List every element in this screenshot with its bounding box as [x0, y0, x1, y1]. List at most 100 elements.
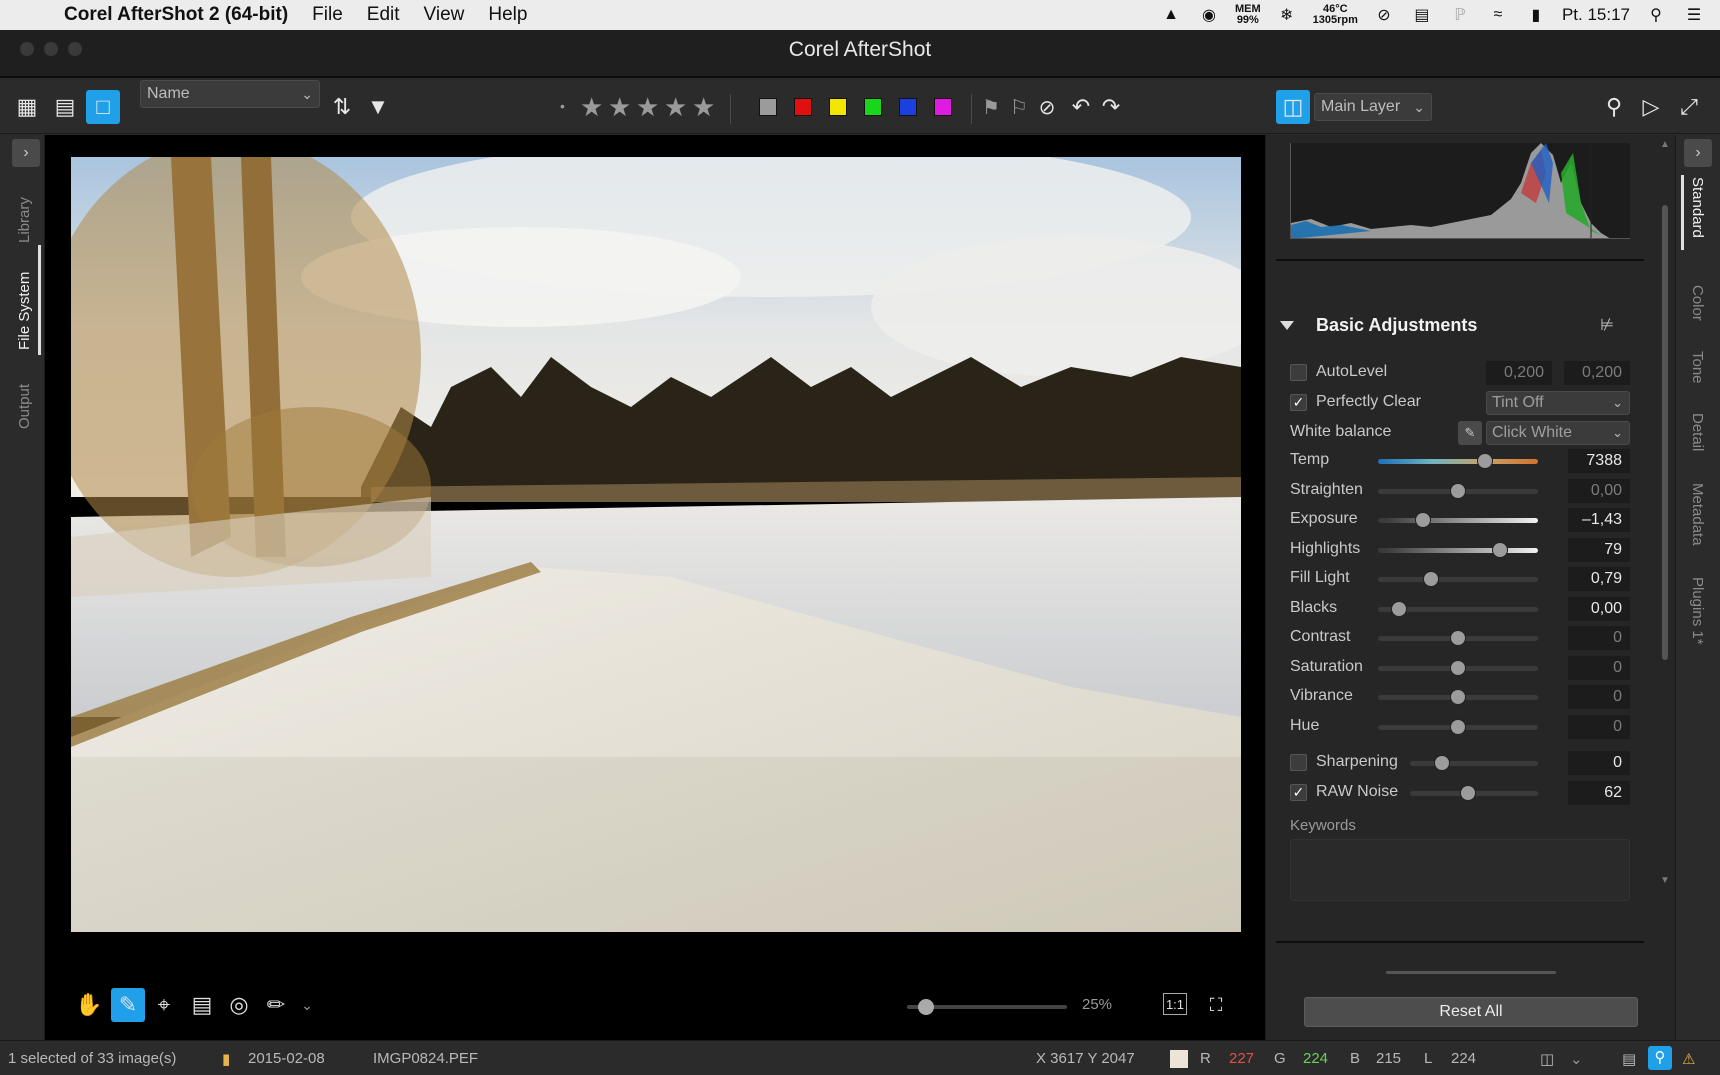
contrast-value[interactable]: 0	[1568, 626, 1630, 650]
creative-cloud-icon[interactable]: ◉	[1197, 6, 1221, 24]
tab-output[interactable]: Output	[16, 384, 33, 429]
warning-icon[interactable]: ⚠	[1682, 1050, 1695, 1068]
straighten-slider[interactable]	[1378, 484, 1538, 498]
tab-detail[interactable]: Detail	[1689, 413, 1706, 451]
color-label-blue[interactable]	[899, 98, 917, 116]
expand-right-panel-icon[interactable]: ›	[1684, 139, 1712, 167]
redeye-tool-icon[interactable]: ◎	[222, 988, 256, 1022]
rating-star-5[interactable]: ★	[692, 92, 715, 123]
brush-tool-icon[interactable]: ✏	[259, 988, 293, 1022]
fill-light-value[interactable]: 0,79	[1568, 567, 1630, 591]
contrast-slider-knob[interactable]	[1451, 631, 1465, 645]
raw-noise-slider-knob[interactable]	[1460, 786, 1475, 800]
zoom-slider[interactable]	[907, 999, 1067, 1015]
tab-file-system[interactable]: File System	[16, 272, 33, 350]
sync-chevron-icon[interactable]: ⌄	[1570, 1050, 1583, 1068]
battery-icon[interactable]: ▮	[1524, 6, 1548, 24]
contrast-slider[interactable]	[1378, 631, 1538, 645]
no-rating-dot[interactable]: •	[560, 98, 565, 114]
vibrance-value[interactable]: 0	[1568, 685, 1630, 709]
hue-slider[interactable]	[1378, 720, 1538, 734]
saturation-slider-knob[interactable]	[1451, 661, 1465, 675]
rating-star-2[interactable]: ★	[608, 92, 631, 123]
hue-slider-knob[interactable]	[1451, 720, 1465, 734]
blacks-slider-knob[interactable]	[1391, 602, 1406, 616]
filter-icon[interactable]: ▼	[361, 90, 395, 124]
tab-library[interactable]: Library	[16, 197, 33, 243]
hue-value[interactable]: 0	[1568, 715, 1630, 739]
saturation-value[interactable]: 0	[1568, 656, 1630, 680]
perfectly-clear-dropdown[interactable]: Tint Off ⌄	[1486, 391, 1630, 415]
section-title[interactable]: Basic Adjustments	[1316, 315, 1477, 336]
autolevel-high-field[interactable]: 0,200	[1564, 361, 1630, 385]
layer-select[interactable]: Main Layer ⌄	[1314, 93, 1432, 121]
filmstrip-view-icon[interactable]: ▤	[48, 90, 82, 124]
blacks-value[interactable]: 0,00	[1568, 597, 1630, 621]
zoom-slider-knob[interactable]	[918, 999, 935, 1015]
temp-slider[interactable]	[1378, 454, 1538, 468]
white-balance-picker-icon[interactable]: ✎	[1458, 421, 1482, 445]
color-label-red[interactable]	[794, 98, 812, 116]
raw-noise-value[interactable]: 62	[1568, 781, 1630, 805]
fullscreen-icon[interactable]: ⤢	[1672, 90, 1706, 124]
color-label-green[interactable]	[864, 98, 882, 116]
notification-center-icon[interactable]: ☰	[1682, 6, 1706, 24]
lock-icon[interactable]: ⚲	[1648, 1046, 1672, 1070]
panel-scrollbar[interactable]	[1662, 205, 1668, 660]
collapse-section-icon[interactable]	[1280, 321, 1294, 330]
hand-tool-icon[interactable]: ✋	[72, 988, 106, 1022]
straighten-tool-icon[interactable]: ▤	[185, 988, 219, 1022]
adobe-icon[interactable]: ▲	[1159, 6, 1183, 24]
temperature-status[interactable]: 46°C 1305rpm	[1313, 4, 1358, 26]
search-icon[interactable]: ⚲	[1597, 90, 1631, 124]
actual-size-button[interactable]: 1:1	[1163, 993, 1187, 1015]
color-label-yellow[interactable]	[829, 98, 847, 116]
highlights-slider[interactable]	[1378, 543, 1538, 557]
highlights-slider-knob[interactable]	[1492, 543, 1507, 557]
sync-icon[interactable]: ◫	[1540, 1050, 1554, 1068]
menu-help[interactable]: Help	[488, 4, 527, 26]
bluetooth-icon[interactable]: ℙ	[1448, 6, 1472, 24]
redo-icon[interactable]: ↷	[1094, 90, 1128, 124]
sort-select[interactable]: Name ⌄	[140, 80, 320, 108]
pin-icon[interactable]: ⊭	[1600, 315, 1614, 335]
layout-icon[interactable]: ▤	[1622, 1050, 1636, 1068]
fan-icon[interactable]: ❄	[1275, 6, 1299, 24]
single-view-icon[interactable]: □	[86, 90, 120, 124]
grid-view-icon[interactable]: ▦	[10, 90, 44, 124]
straighten-value[interactable]: 0,00	[1568, 479, 1630, 503]
scroll-up-icon[interactable]: ▲	[1660, 139, 1670, 150]
exposure-slider[interactable]	[1378, 513, 1538, 527]
straighten-slider-knob[interactable]	[1451, 484, 1465, 498]
sharpening-checkbox[interactable]	[1290, 754, 1307, 771]
photo-preview[interactable]	[71, 157, 1241, 932]
undo-icon[interactable]: ↶	[1064, 90, 1098, 124]
wifi-icon[interactable]: ≈	[1486, 6, 1510, 24]
white-balance-dropdown[interactable]: Click White ⌄	[1486, 421, 1630, 445]
slideshow-icon[interactable]: ▷	[1634, 90, 1668, 124]
raw-noise-checkbox[interactable]: ✓	[1290, 784, 1307, 801]
menu-edit[interactable]: Edit	[367, 4, 400, 26]
temp-slider-knob[interactable]	[1478, 454, 1493, 468]
color-label-magenta[interactable]	[934, 98, 952, 116]
highlights-value[interactable]: 79	[1568, 538, 1630, 562]
crop-tool-icon[interactable]: ⌖	[147, 988, 181, 1022]
saturation-slider[interactable]	[1378, 661, 1538, 675]
spotlight-search-icon[interactable]: ⚲	[1644, 6, 1668, 24]
vibrance-slider[interactable]	[1378, 690, 1538, 704]
menu-file[interactable]: File	[312, 4, 343, 26]
keywords-field[interactable]	[1290, 839, 1630, 901]
exposure-slider-knob[interactable]	[1415, 513, 1430, 527]
horizontal-scrollbar[interactable]	[1386, 971, 1556, 974]
more-tools-chevron-icon[interactable]: ⌄	[290, 988, 324, 1022]
blacks-slider[interactable]	[1378, 602, 1538, 616]
blocked-icon[interactable]: ⊘	[1372, 6, 1396, 24]
vibrance-slider-knob[interactable]	[1451, 690, 1465, 704]
sharpening-slider-knob[interactable]	[1435, 756, 1449, 770]
fill-light-slider[interactable]	[1378, 572, 1538, 586]
sharpening-slider[interactable]	[1410, 756, 1538, 770]
tab-color[interactable]: Color	[1689, 285, 1706, 321]
keyboard-icon[interactable]: ▤	[1410, 6, 1434, 24]
tab-metadata[interactable]: Metadata	[1689, 483, 1706, 546]
tab-tone[interactable]: Tone	[1689, 351, 1706, 384]
